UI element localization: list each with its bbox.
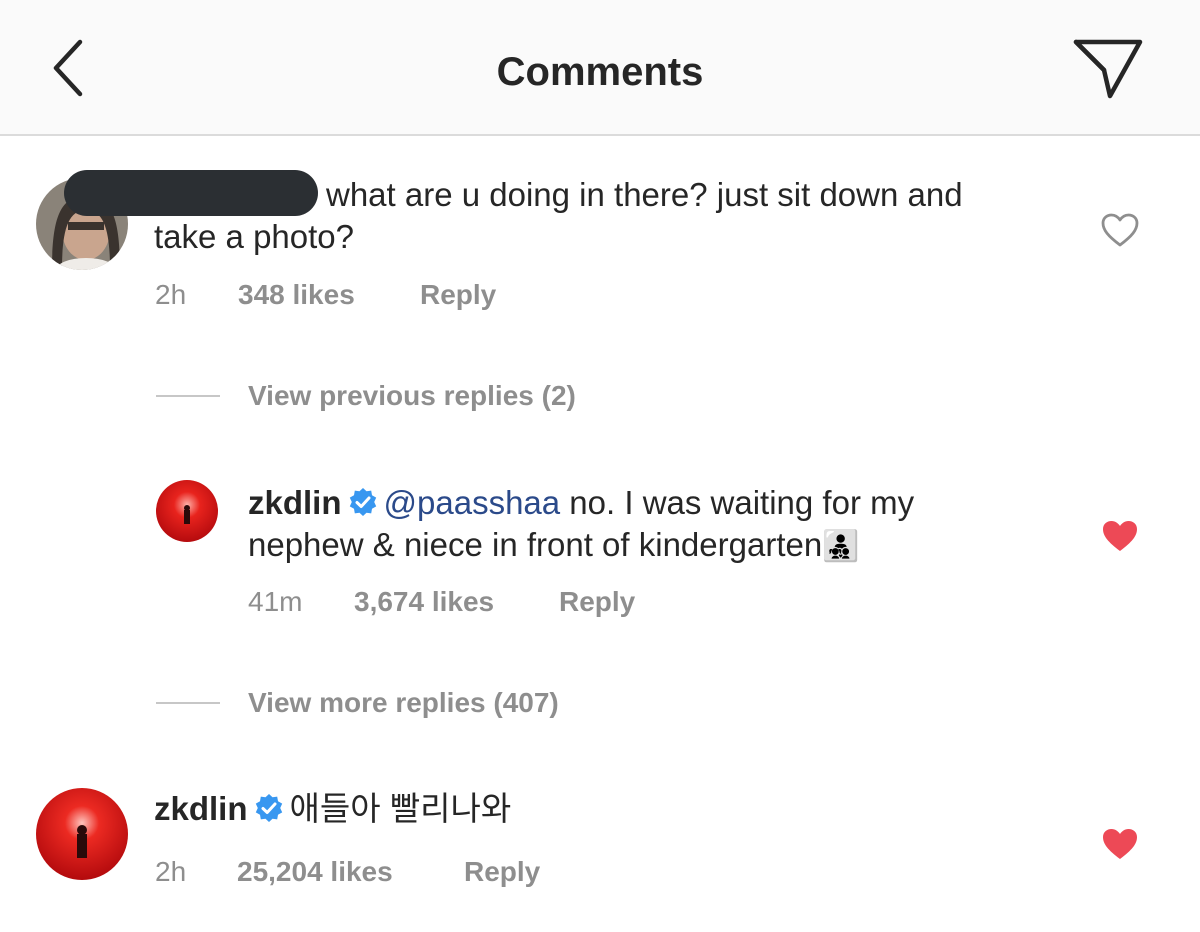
heart-filled-icon [1103,521,1137,551]
comment-text: what are u doing in there? just sit down… [326,176,963,213]
view-previous-label: View previous replies (2) [248,380,576,411]
avatar[interactable] [156,480,218,542]
comment-time: 41m [248,586,303,617]
reply-text: zkdlin @paasshaa no. I was waiting for my [248,482,1068,527]
comment-body: 애들아 빨리나와 [289,790,512,827]
page-title: Comments [496,50,704,94]
divider [156,395,220,397]
comments-screen: Comments what are u doing in there? just… [0,0,1200,932]
heart-filled-icon [1103,829,1137,859]
comment-meta: 2h 348 likes Reply [155,278,655,312]
user-photo-icon [156,480,218,542]
comment-username[interactable]: zkdlin [154,790,248,827]
divider [156,702,220,704]
likes-count[interactable]: 25,204 likes [237,855,393,889]
comment-time: 2h [155,856,187,887]
share-button[interactable] [1068,32,1148,104]
comment-text-continued: take a photo? [154,218,354,255]
reply-button[interactable]: Reply [464,855,540,889]
heart-outline-icon [1101,213,1139,247]
comment-meta: 2h 25,204 likes Reply [155,855,655,889]
like-button[interactable] [1100,212,1140,253]
comment-text: zkdlin 애들아 빨리나와 [154,788,974,833]
view-previous-replies[interactable]: View previous replies (2) [156,378,756,414]
header-bar: Comments [0,0,1200,136]
family-emoji: 👨‍👧‍👦 [822,530,860,563]
avatar[interactable] [36,788,128,880]
like-button[interactable] [1100,518,1140,559]
view-more-label: View more replies (407) [248,687,559,718]
likes-count[interactable]: 3,674 likes [354,585,494,619]
view-more-replies[interactable]: View more replies (407) [156,685,756,721]
comment-meta: 41m 3,674 likes Reply [248,585,748,619]
mention-link[interactable]: @paasshaa [384,484,561,521]
reply-text-continued: nephew & niece in front of kindergarten👨… [248,526,860,563]
reply-username[interactable]: zkdlin [248,484,342,521]
like-button[interactable] [1100,826,1140,867]
redacted-username [64,170,318,216]
reply-button[interactable]: Reply [420,278,496,312]
verified-badge-icon [348,485,378,527]
comment-time: 2h [155,279,187,310]
likes-count[interactable]: 348 likes [238,278,355,312]
reply-button[interactable]: Reply [559,585,635,619]
paper-plane-icon [1073,39,1143,99]
verified-badge-icon [254,791,284,833]
reply-text-body: no. I was waiting for my [560,484,915,521]
user-photo-icon [36,788,128,880]
